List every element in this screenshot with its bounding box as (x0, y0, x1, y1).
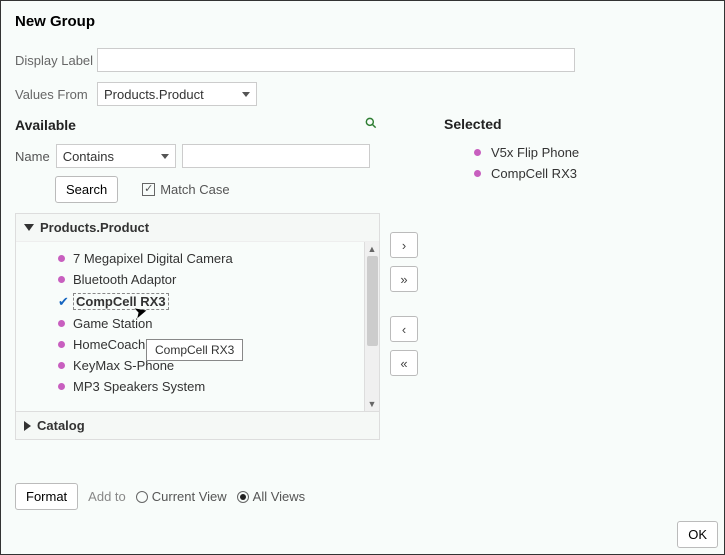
add-to-label: Add to (88, 489, 126, 504)
display-label-label: Display Label (15, 53, 97, 68)
list-item[interactable]: ✔ CompCell RX3 (16, 290, 364, 313)
scroll-down-icon[interactable]: ▼ (365, 397, 379, 411)
name-operator-selected: Contains (63, 149, 114, 164)
selected-list: V5x Flip Phone CompCell RX3 (444, 142, 710, 184)
list-item[interactable]: Game Station (16, 313, 364, 334)
checkbox-icon: ✓ (142, 183, 155, 196)
all-views-radio[interactable]: All Views (237, 489, 306, 504)
radio-icon (237, 491, 249, 503)
list-item[interactable]: Bluetooth Adaptor (16, 269, 364, 290)
item-label: CompCell RX3 (491, 166, 577, 181)
tooltip: CompCell RX3 (146, 339, 243, 361)
bullet-icon (474, 149, 481, 156)
selected-title: Selected (444, 116, 710, 132)
chevron-down-icon (161, 154, 169, 159)
tree-header-products[interactable]: Products.Product (16, 214, 379, 241)
item-label: 7 Megapixel Digital Camera (73, 251, 233, 266)
current-view-radio[interactable]: Current View (136, 489, 227, 504)
move-right-button[interactable]: › (390, 232, 418, 258)
bullet-icon (58, 255, 65, 262)
bullet-icon (58, 383, 65, 390)
all-views-label: All Views (253, 489, 306, 504)
item-label: MP3 Speakers System (73, 379, 205, 394)
values-from-label: Values From (15, 87, 97, 102)
name-filter-label: Name (15, 149, 50, 164)
move-left-button[interactable]: ‹ (390, 316, 418, 342)
bullet-icon (474, 170, 481, 177)
ok-button[interactable]: OK (677, 521, 718, 548)
check-icon: ✔ (58, 294, 65, 310)
move-all-right-button[interactable]: » (390, 266, 418, 292)
search-button[interactable]: Search (55, 176, 118, 203)
tree-header-label: Products.Product (40, 220, 149, 235)
dialog-title: New Group (15, 13, 710, 30)
item-label: CompCell RX3 (73, 293, 169, 310)
expand-right-icon (24, 421, 31, 431)
name-filter-input[interactable] (182, 144, 370, 168)
bullet-icon (58, 362, 65, 369)
scroll-thumb[interactable] (367, 256, 378, 346)
values-from-selected: Products.Product (104, 87, 204, 102)
radio-icon (136, 491, 148, 503)
bullet-icon (58, 276, 65, 283)
available-list: 7 Megapixel Digital Camera Bluetooth Ada… (16, 242, 364, 411)
bullet-icon (58, 320, 65, 327)
tree-footer-catalog[interactable]: Catalog (16, 411, 379, 439)
list-item[interactable]: MP3 Speakers System (16, 376, 364, 397)
available-title: Available (15, 117, 76, 133)
bullet-icon (58, 341, 65, 348)
values-from-row: Values From Products.Product (15, 82, 710, 106)
item-label: Bluetooth Adaptor (73, 272, 176, 287)
name-operator-combo[interactable]: Contains (56, 144, 176, 168)
search-icon[interactable] (364, 116, 378, 134)
scrollbar[interactable]: ▲ ▼ (364, 242, 379, 411)
expand-down-icon (24, 224, 34, 231)
values-from-combo[interactable]: Products.Product (97, 82, 257, 106)
item-label: V5x Flip Phone (491, 145, 579, 160)
move-all-left-button[interactable]: « (390, 350, 418, 376)
display-label-input[interactable] (97, 48, 575, 72)
chevron-down-icon (242, 92, 250, 97)
list-item[interactable]: 7 Megapixel Digital Camera (16, 248, 364, 269)
match-case-label: Match Case (160, 182, 229, 197)
current-view-label: Current View (152, 489, 227, 504)
format-button[interactable]: Format (15, 483, 78, 510)
tree-footer-label: Catalog (37, 418, 85, 433)
scroll-up-icon[interactable]: ▲ (365, 242, 379, 256)
display-label-row: Display Label (15, 48, 710, 72)
list-item[interactable]: V5x Flip Phone (444, 142, 710, 163)
list-item[interactable]: CompCell RX3 (444, 163, 710, 184)
match-case-checkbox[interactable]: ✓ Match Case (142, 182, 229, 197)
